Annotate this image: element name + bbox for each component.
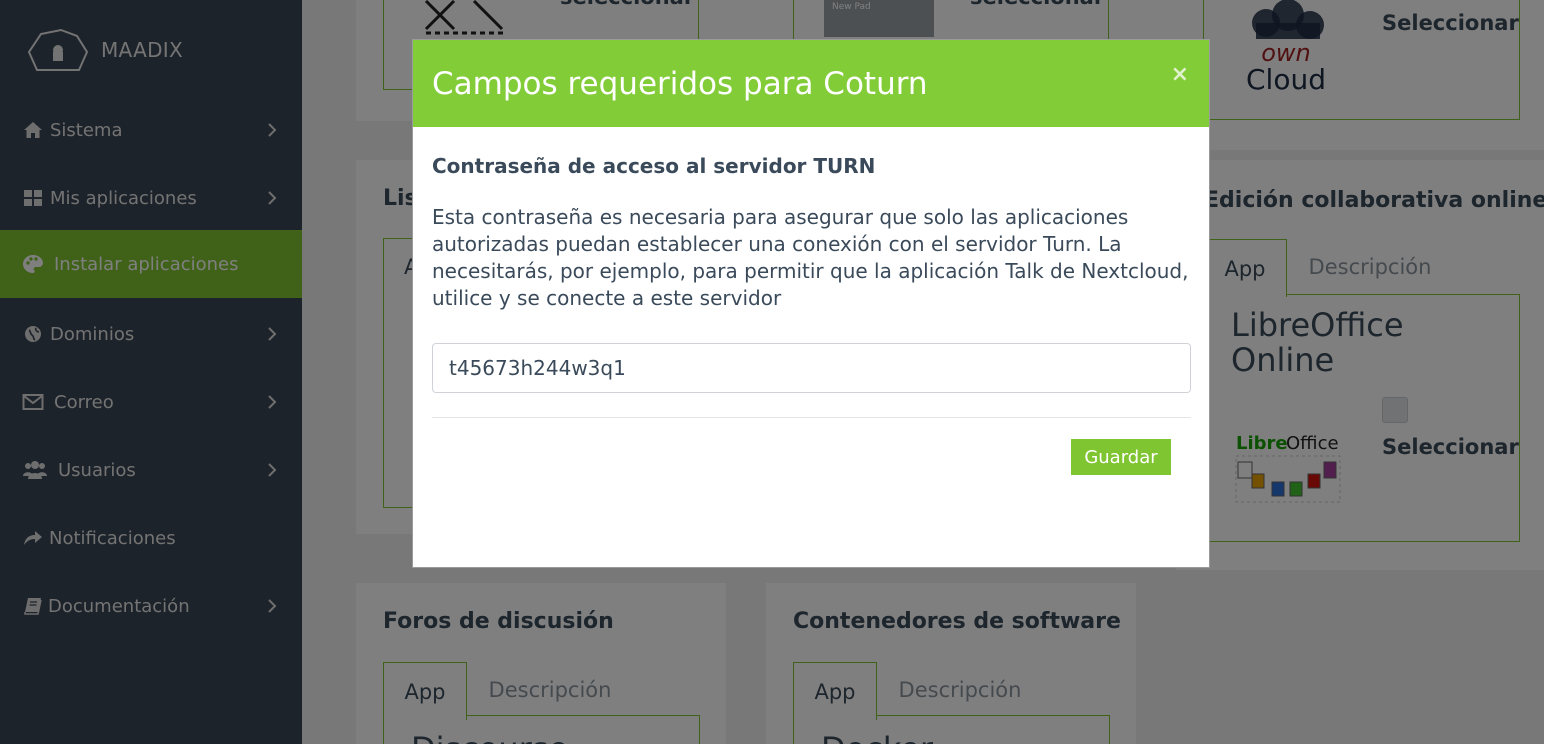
- turn-password-input[interactable]: [432, 343, 1191, 393]
- field-help-text: Esta contraseña es necesaria para asegur…: [432, 205, 1189, 310]
- field-label: Contraseña de acceso al servidor TURN: [432, 154, 876, 178]
- coturn-modal: Campos requeridos para Coturn × Contrase…: [412, 39, 1210, 568]
- close-icon[interactable]: ×: [1171, 62, 1189, 87]
- divider: [432, 417, 1191, 418]
- save-button[interactable]: Guardar: [1071, 439, 1171, 475]
- modal-title: Campos requeridos para Coturn: [432, 66, 928, 102]
- modal-header: Campos requeridos para Coturn ×: [413, 40, 1209, 127]
